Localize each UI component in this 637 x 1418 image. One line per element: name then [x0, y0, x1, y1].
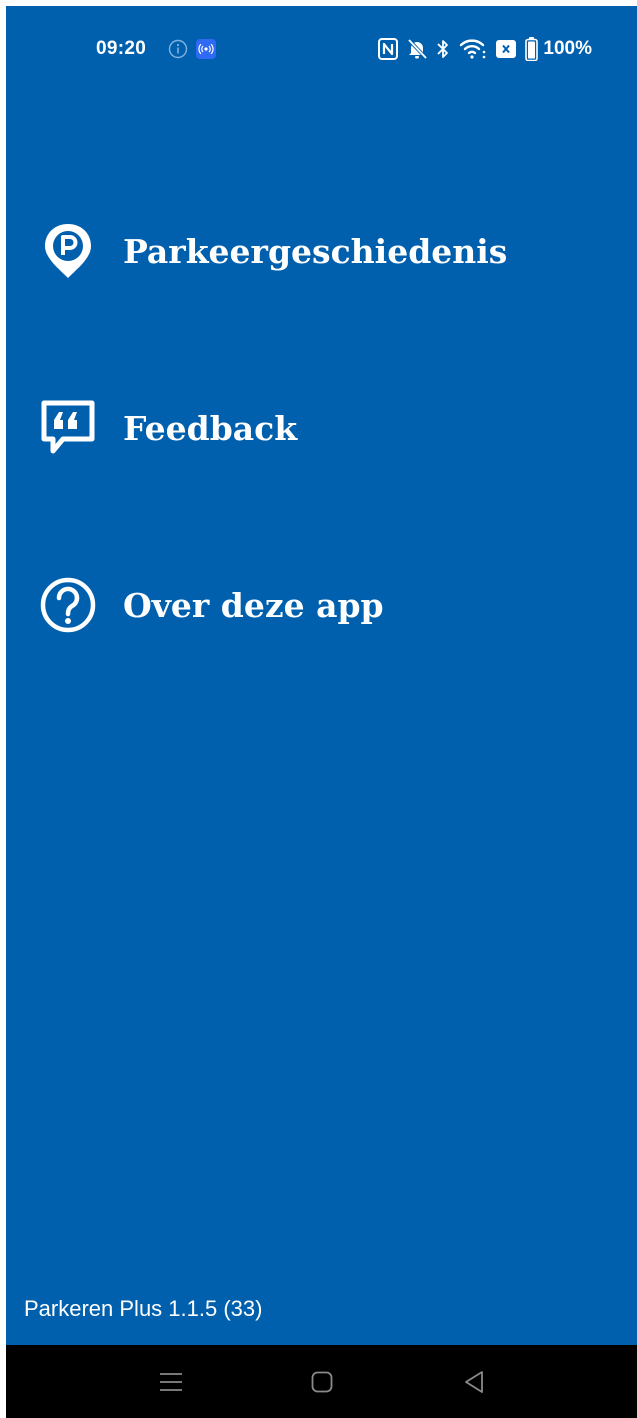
back-icon	[465, 1371, 483, 1393]
recent-apps-button[interactable]	[156, 1367, 186, 1397]
broadcast-icon	[196, 39, 216, 59]
app-screen: 09:20 100% Parkeergeschiedenis Feedback …	[6, 6, 637, 1418]
menu-item-feedback[interactable]: Feedback	[6, 383, 637, 473]
main-menu: Parkeergeschiedenis Feedback Over deze a…	[6, 206, 637, 650]
menu-icon	[160, 1373, 182, 1391]
app-version: Parkeren Plus 1.1.5 (33)	[24, 1296, 263, 1321]
battery-percent: 100%	[543, 38, 592, 59]
status-time: 09:20	[96, 38, 147, 59]
home-button[interactable]	[307, 1367, 337, 1397]
back-button[interactable]	[459, 1367, 489, 1397]
menu-label: Feedback	[123, 408, 298, 448]
help-circle-icon	[39, 576, 97, 634]
menu-item-over-deze-app[interactable]: Over deze app	[6, 560, 637, 650]
info-icon	[168, 39, 188, 59]
quote-bubble-icon	[39, 399, 97, 457]
status-right-icons: 100%	[378, 36, 592, 62]
status-bar: 09:20 100%	[6, 6, 637, 92]
menu-label: Parkeergeschiedenis	[123, 231, 508, 271]
bell-off-icon	[407, 38, 428, 60]
home-icon	[311, 1371, 333, 1393]
status-left-icons	[168, 38, 216, 60]
navigation-bar	[6, 1345, 637, 1418]
battery-icon	[525, 37, 539, 61]
menu-label: Over deze app	[123, 585, 384, 625]
wifi-icon	[459, 38, 487, 60]
nfc-icon	[378, 38, 399, 60]
bluetooth-icon	[436, 38, 450, 60]
sim-off-icon	[496, 40, 517, 58]
menu-item-parkeergeschiedenis[interactable]: Parkeergeschiedenis	[6, 206, 637, 296]
parking-pin-icon	[39, 222, 97, 280]
